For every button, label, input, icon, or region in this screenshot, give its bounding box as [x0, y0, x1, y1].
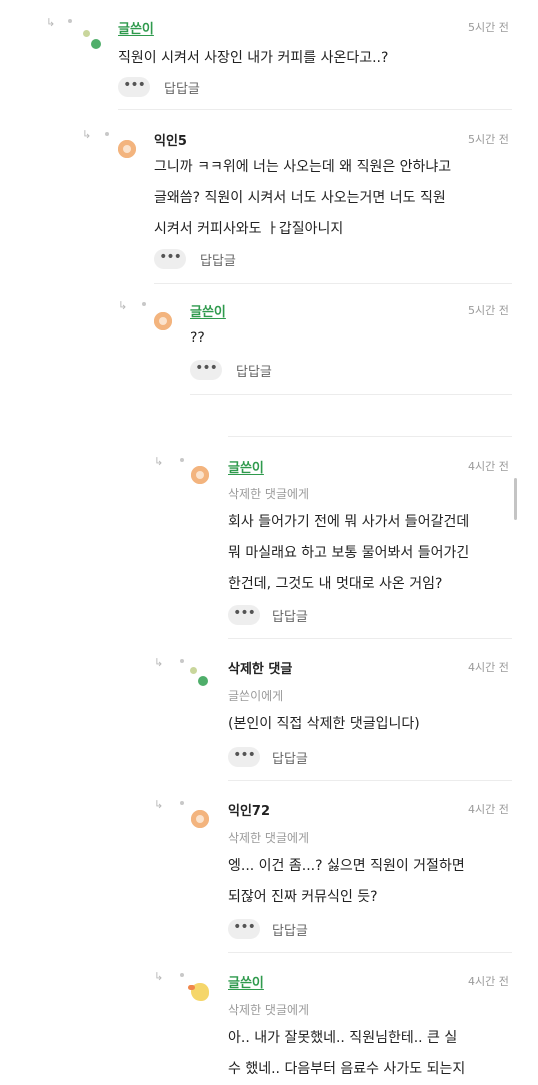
comment-text-line: 엥... 이건 좀...? 싫으면 직원이 거절하면 — [228, 858, 465, 874]
reply-arrow-icon: ↳ — [82, 128, 92, 141]
reply-dot — [180, 458, 184, 462]
comment-text-line: 한건데, 그것도 내 멋대로 사온 거임? — [228, 576, 443, 592]
reply-target: 삭제한 댓글에게 — [228, 487, 310, 501]
reply-dot — [180, 659, 184, 663]
reply-button[interactable]: 답답글 — [272, 606, 308, 625]
reply-button[interactable]: 답답글 — [236, 361, 272, 380]
avatar[interactable] — [190, 667, 212, 689]
comment-text-line: (본인이 직접 삭제한 댓글입니다) — [228, 716, 420, 732]
avatar[interactable] — [154, 312, 172, 330]
comment-text-line: 되잖어 진짜 커뮤식인 듯? — [228, 889, 378, 905]
reply-button[interactable]: 답답글 — [272, 748, 308, 767]
comment-time: 5시간 전 — [468, 304, 509, 317]
comment-text-line: 시켜서 커피사와도 ㅏ갑질아니지 — [154, 221, 344, 237]
more-button[interactable]: ••• — [154, 249, 186, 269]
divider — [228, 638, 512, 639]
avatar[interactable] — [191, 810, 209, 828]
comment-text-line: 그니까 ㅋㅋ위에 너는 사오는데 왜 직원은 안하냐고 — [154, 159, 452, 175]
comment-time: 4시간 전 — [468, 460, 509, 473]
reply-button[interactable]: 답답글 — [164, 78, 200, 97]
comment-author[interactable]: 익인5 — [154, 130, 187, 149]
comment-text-line: 회사 들어가기 전에 뭐 사가서 들어갈건데 — [228, 514, 470, 530]
comment-author[interactable]: 글쓴이 — [228, 972, 264, 991]
reply-target: 삭제한 댓글에게 — [228, 831, 310, 845]
comment-time: 5시간 전 — [468, 133, 509, 146]
reply-dot — [180, 801, 184, 805]
reply-target: 글쓴이에게 — [228, 689, 284, 703]
comment-author[interactable]: 글쓴이 — [228, 457, 264, 476]
avatar[interactable] — [83, 30, 105, 52]
more-button[interactable]: ••• — [228, 605, 260, 625]
reply-dot — [68, 19, 72, 23]
reply-arrow-icon: ↳ — [154, 656, 164, 669]
reply-target: 삭제한 댓글에게 — [228, 1003, 310, 1017]
comment-author: 삭제한 댓글 — [228, 662, 293, 677]
comment-author[interactable]: 글쓴이 — [190, 301, 226, 320]
divider — [228, 952, 512, 953]
reply-arrow-icon: ↳ — [154, 798, 164, 811]
comment-time: 4시간 전 — [468, 975, 509, 988]
divider — [228, 780, 512, 781]
scrollbar[interactable] — [514, 478, 517, 520]
more-button[interactable]: ••• — [228, 747, 260, 767]
more-button[interactable]: ••• — [228, 919, 260, 939]
reply-dot — [180, 973, 184, 977]
reply-button[interactable]: 답답글 — [272, 920, 308, 939]
comment-text-line: 뭐 마실래요 하고 보통 물어봐서 들어가긴 — [228, 545, 470, 561]
comment-text-line: 수 했네.. 다음부터 음료수 사가도 되는지 — [228, 1061, 466, 1077]
reply-arrow-icon: ↳ — [118, 299, 128, 312]
comment-time: 4시간 전 — [468, 661, 509, 674]
reply-arrow-icon: ↳ — [46, 16, 56, 29]
avatar[interactable] — [191, 466, 209, 484]
more-button[interactable]: ••• — [190, 360, 222, 380]
divider — [190, 394, 512, 395]
comment-time: 4시간 전 — [468, 803, 509, 816]
divider — [154, 283, 512, 284]
comment-text-line: 아.. 내가 잘못했네.. 직원님한테.. 큰 실 — [228, 1030, 458, 1046]
more-button[interactable]: ••• — [118, 77, 150, 97]
avatar[interactable] — [118, 140, 136, 158]
reply-dot — [105, 132, 109, 136]
comment-text-line: 직원이 시켜서 사장인 내가 커피를 사온다고..? — [118, 50, 389, 66]
reply-dot — [142, 302, 146, 306]
comment-text-line: ?? — [190, 330, 205, 346]
reply-arrow-icon: ↳ — [154, 455, 164, 468]
comment-time: 5시간 전 — [468, 21, 509, 34]
comment-author[interactable]: 익인72 — [228, 800, 270, 819]
divider — [228, 436, 512, 437]
comment-text-line: 글왜씀? 직원이 시켜서 너도 사오는거면 너도 직원 — [154, 190, 446, 206]
reply-button[interactable]: 답답글 — [200, 250, 236, 269]
divider — [118, 109, 512, 110]
comment-author[interactable]: 글쓴이 — [118, 18, 154, 37]
reply-arrow-icon: ↳ — [154, 970, 164, 983]
avatar[interactable] — [188, 983, 209, 1001]
